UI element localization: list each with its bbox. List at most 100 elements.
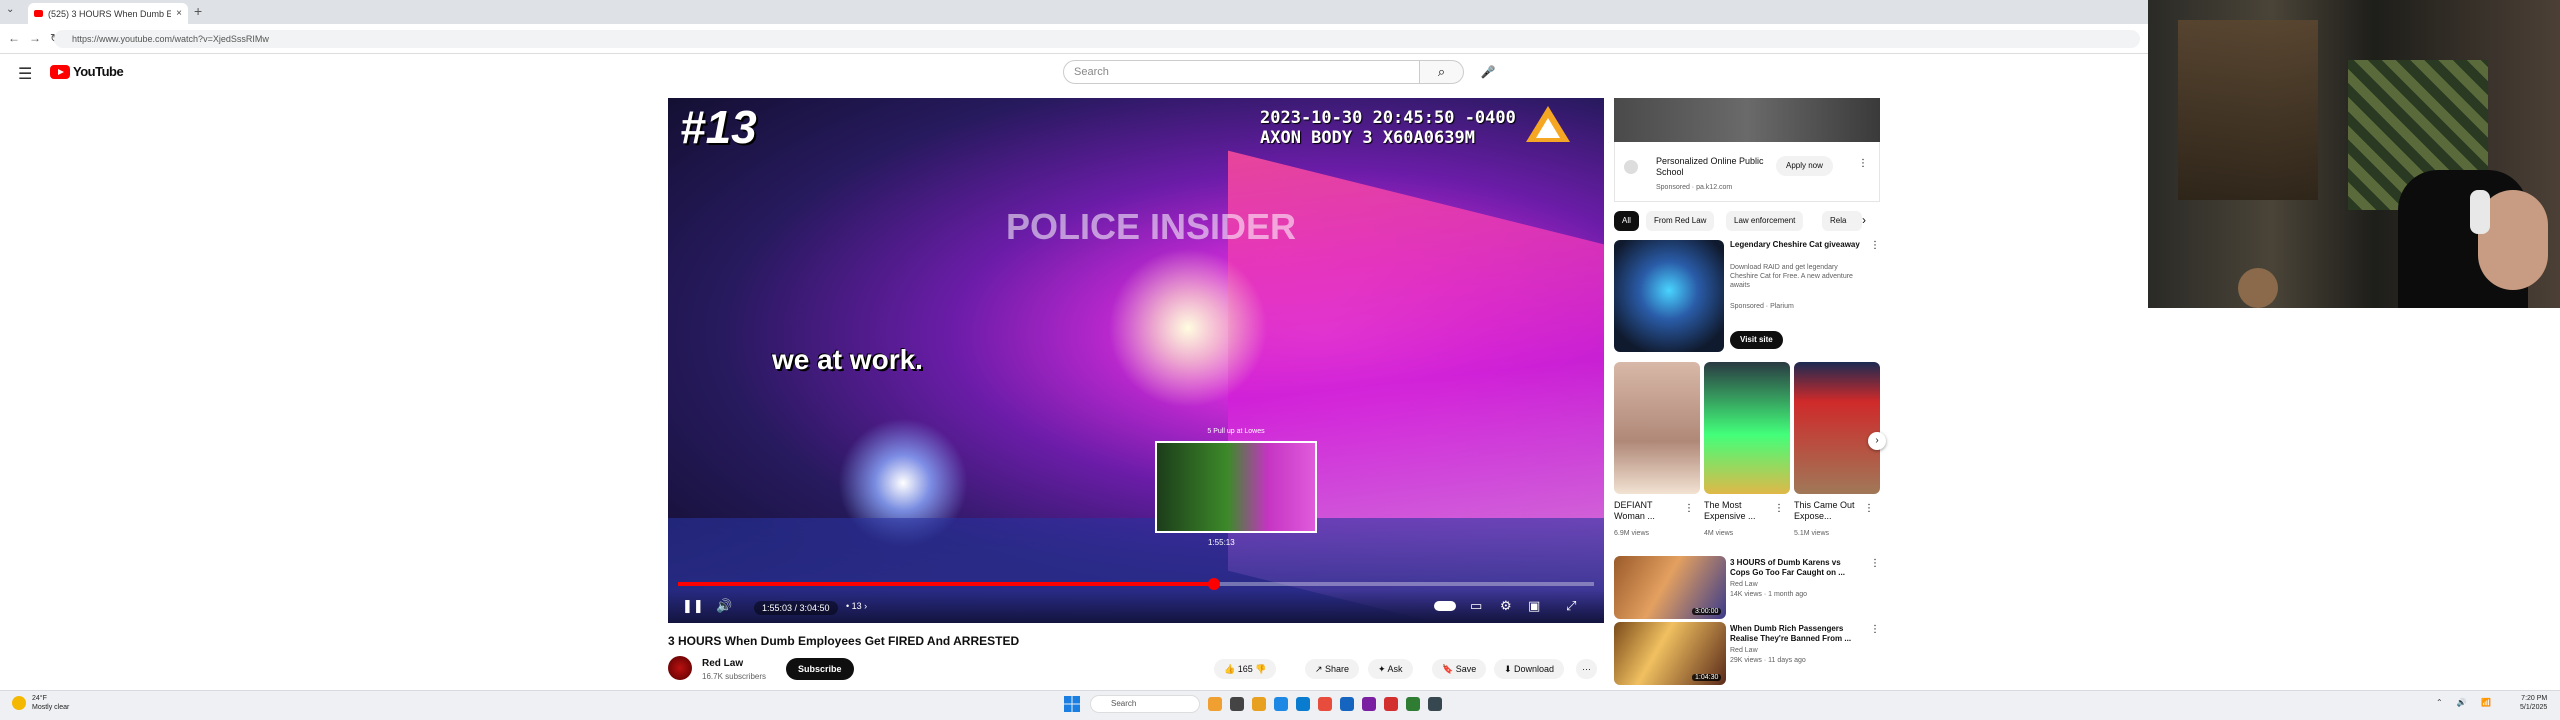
subscribe-button[interactable]: Subscribe — [786, 658, 854, 680]
bodycam-timestamp: 2023-10-30 20:45:50 -0400 AXON BODY 3 X6… — [1260, 108, 1516, 148]
dislike-icon[interactable]: 👎 — [1255, 664, 1266, 674]
ad-thumbnail[interactable] — [1614, 240, 1724, 352]
clock-date: 5/1/2025 — [2520, 704, 2548, 711]
taskbar-app-icon[interactable] — [1230, 697, 1244, 711]
youtube-wordmark: YouTube — [73, 64, 124, 79]
browser-tab[interactable]: (525) 3 HOURS When Dumb E × — [28, 3, 188, 24]
scrub-preview-time: 1:55:13 — [1208, 538, 1235, 547]
taskbar-search[interactable]: Search — [1090, 695, 1200, 713]
more-options-icon[interactable]: ⋮ — [1870, 624, 1880, 635]
taskbar-clock[interactable]: 7:20 PM 5/1/2025 — [2520, 694, 2547, 712]
more-options-icon[interactable]: ⋮ — [1870, 558, 1880, 569]
youtube-favicon-icon — [34, 10, 43, 17]
chip-from-red-law[interactable]: From Red Law — [1646, 211, 1715, 231]
video-title-link[interactable]: When Dumb Rich Passengers Realise They'r… — [1730, 624, 1860, 644]
url-field[interactable]: https://www.youtube.com/watch?v=XjedSssR… — [54, 30, 2140, 48]
search-input[interactable]: Search — [1063, 60, 1420, 84]
more-options-icon[interactable]: ⋮ — [1684, 503, 1694, 514]
taskbar-app-icon[interactable] — [1296, 697, 1310, 711]
captions-icon[interactable]: ▭ — [1470, 598, 1482, 614]
close-tab-icon[interactable]: × — [176, 8, 188, 19]
video-meta: 29K views · 11 days ago — [1730, 657, 1806, 664]
video-duration: 3:00:00 — [1692, 608, 1722, 615]
microphone-icon[interactable]: 🎤 — [1478, 62, 1498, 82]
visit-site-button[interactable]: Visit site — [1730, 331, 1783, 349]
like-button[interactable]: 👍 165 👎 — [1214, 659, 1277, 679]
chip-related[interactable]: Rela — [1822, 211, 1862, 231]
episode-number: #13 — [680, 101, 757, 153]
video-channel[interactable]: Red Law — [1730, 646, 1758, 656]
chapter-label[interactable]: • 13 › — [846, 601, 867, 611]
taskbar-app-icon[interactable] — [1318, 697, 1332, 711]
channel-name[interactable]: Red Law — [702, 658, 743, 669]
ask-button[interactable]: ✦ Ask — [1368, 659, 1413, 679]
more-options-icon[interactable]: ⋮ — [1858, 158, 1868, 169]
webcam-child — [2238, 268, 2278, 308]
more-options-icon[interactable]: ⋮ — [1864, 503, 1874, 514]
short-views: 4M views — [1704, 530, 1734, 537]
autoplay-toggle[interactable] — [1434, 601, 1456, 611]
bodycam-timestamp-line: 2023-10-30 20:45:50 -0400 — [1260, 108, 1516, 128]
webcam-overlay — [2148, 0, 2560, 308]
taskbar-app-icon[interactable] — [1406, 697, 1420, 711]
shelf-next-button[interactable]: › — [1868, 432, 1886, 450]
fullscreen-icon[interactable]: ⤢ — [1566, 598, 1576, 614]
youtube-play-icon — [50, 64, 70, 79]
video-player[interactable]: #13 2023-10-30 20:45:50 -0400 AXON BODY … — [668, 98, 1604, 623]
time-display: 1:55:03 / 3:04:50 — [754, 601, 838, 615]
ad-description: Download RAID and get legendary Cheshire… — [1730, 264, 1853, 289]
miniplayer-icon[interactable]: ▣ — [1528, 598, 1540, 614]
more-options-icon[interactable]: ⋮ — [1774, 503, 1784, 514]
youtube-logo[interactable]: YouTube — [50, 64, 124, 79]
ad-banner-image[interactable] — [1614, 98, 1880, 142]
windows-start-icon[interactable] — [1064, 696, 1080, 712]
pause-icon[interactable]: ❚❚ — [682, 598, 704, 614]
settings-icon[interactable]: ⚙ — [1500, 598, 1512, 614]
chip-law-enforcement[interactable]: Law enforcement — [1726, 211, 1804, 231]
weather-widget[interactable]: 24°F Mostly clear — [32, 694, 69, 712]
taskbar-app-icon[interactable] — [1208, 697, 1222, 711]
more-actions-button[interactable]: ··· — [1576, 659, 1597, 679]
search-icon[interactable]: ⌕ — [1420, 60, 1464, 84]
taskbar-app-icon[interactable] — [1340, 697, 1354, 711]
short-views: 6.9M views — [1614, 530, 1650, 537]
taskbar-app-icon[interactable] — [1384, 697, 1398, 711]
share-button[interactable]: ↗ Share — [1305, 659, 1360, 679]
subscriber-count: 16.7K subscribers — [702, 672, 767, 681]
more-options-icon[interactable]: ⋮ — [1870, 240, 1880, 251]
taskbar-app-icon[interactable] — [1252, 697, 1266, 711]
system-tray[interactable]: ⌃ 🔊 📶 — [2436, 698, 2497, 707]
weather-icon[interactable] — [12, 696, 26, 710]
short-title[interactable]: The Most Expensive ... — [1704, 500, 1768, 522]
scrubber-handle[interactable] — [1207, 578, 1220, 590]
download-button[interactable]: ⬇ Download — [1494, 659, 1565, 679]
short-thumbnail[interactable] — [1794, 362, 1880, 494]
taskbar-app-icon[interactable] — [1428, 697, 1442, 711]
tab-title: (525) 3 HOURS When Dumb E — [48, 8, 172, 19]
ad-title[interactable]: Legendary Cheshire Cat giveaway — [1730, 240, 1860, 250]
tab-search-button[interactable]: ⌄ — [6, 4, 14, 15]
webcam-headset — [2470, 190, 2490, 234]
progress-bar[interactable] — [678, 578, 1594, 590]
chevron-right-icon[interactable]: › — [1862, 213, 1866, 227]
short-title[interactable]: This Came Out Expose... — [1794, 500, 1858, 522]
video-meta: 14K views · 1 month ago — [1730, 591, 1808, 598]
short-thumbnail[interactable] — [1704, 362, 1790, 494]
taskbar-app-icon[interactable] — [1274, 697, 1288, 711]
ad-title[interactable]: Personalized Online Public School — [1656, 156, 1766, 178]
video-channel[interactable]: Red Law — [1730, 580, 1758, 590]
taskbar-app-icon[interactable] — [1362, 697, 1376, 711]
channel-avatar[interactable] — [668, 656, 692, 680]
advertiser-logo — [1624, 160, 1638, 174]
short-title[interactable]: DEFIANT Woman ... — [1614, 500, 1678, 522]
new-tab-button[interactable]: + — [194, 3, 202, 19]
apply-now-button[interactable]: Apply now — [1776, 156, 1833, 176]
short-thumbnail[interactable] — [1614, 362, 1700, 494]
menu-icon[interactable]: ☰ — [18, 64, 32, 84]
webcam-shelf — [2178, 20, 2318, 200]
volume-icon[interactable]: 🔊 — [716, 598, 732, 614]
chip-all[interactable]: All — [1614, 211, 1639, 231]
save-button[interactable]: 🔖 Save — [1432, 659, 1487, 679]
video-title-link[interactable]: 3 HOURS of Dumb Karens vs Cops Go Too Fa… — [1730, 558, 1860, 578]
ad-sponsor-label: Sponsored · pa.k12.com — [1656, 184, 1733, 191]
